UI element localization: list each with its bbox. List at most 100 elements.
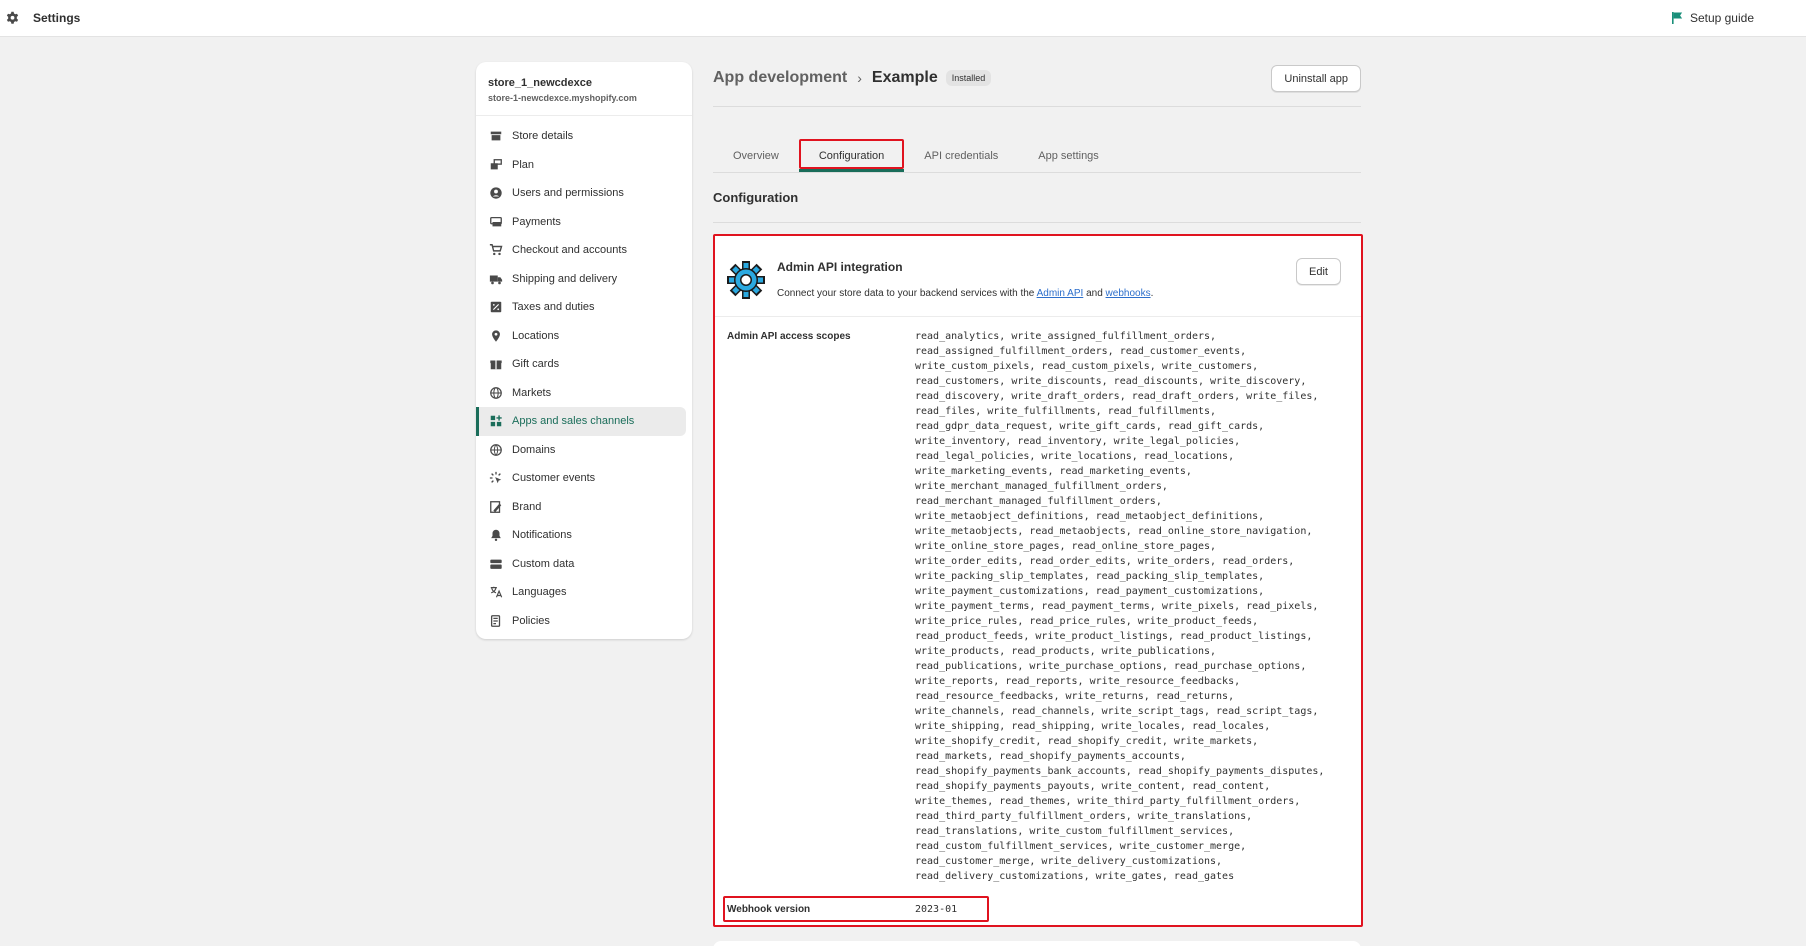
sidebar-item-notifications[interactable]: Notifications	[476, 521, 686, 550]
cart-icon	[488, 242, 504, 258]
scope-line: write_online_store_pages, read_online_st…	[915, 541, 1217, 552]
sidebar-item-taxes-and-duties[interactable]: Taxes and duties	[476, 293, 686, 322]
sidebar-item-label: Brand	[512, 500, 542, 513]
brand-icon	[488, 499, 504, 515]
user-icon	[488, 185, 504, 201]
scope-line: read_assigned_fulfillment_orders, read_c…	[915, 346, 1247, 357]
scope-line: write_marketing_events, read_marketing_e…	[915, 466, 1192, 477]
main-content: App development › Example Installed Unin…	[713, 62, 1363, 927]
scope-line: write_order_edits, read_order_edits, wri…	[915, 556, 1295, 567]
desc-text-suffix: .	[1150, 288, 1154, 299]
breadcrumb-current: Example	[871, 69, 938, 86]
scope-line: read_shopify_payments_bank_accounts, rea…	[915, 766, 1325, 777]
sidebar-item-custom-data[interactable]: Custom data	[476, 550, 686, 579]
scope-line: write_shopify_credit, read_shopify_credi…	[915, 736, 1259, 747]
setup-guide-label: Setup guide	[1689, 11, 1754, 25]
card-header: Admin API integration Connect your store…	[715, 236, 1361, 317]
scope-line: read_resource_feedbacks, write_returns, …	[915, 691, 1235, 702]
language-icon	[488, 584, 504, 600]
sidebar-item-markets[interactable]: Markets	[476, 379, 686, 408]
truck-icon	[488, 271, 504, 287]
store-header[interactable]: store_1_newcdexce store-1-newcdexce.mysh…	[476, 62, 692, 116]
scope-line: read_analytics, write_assigned_fulfillme…	[915, 331, 1217, 342]
admin-api-integration-card: Admin API integration Connect your store…	[713, 234, 1363, 927]
setup-guide-button[interactable]: Setup guide	[1671, 11, 1754, 25]
sidebar-item-label: Policies	[512, 614, 550, 627]
sidebar-item-label: Shipping and delivery	[512, 272, 618, 285]
sidebar-item-locations[interactable]: Locations	[476, 322, 686, 351]
top-bar: Settings Setup guide	[0, 0, 1806, 37]
edit-button[interactable]: Edit	[1296, 258, 1341, 285]
scope-line: write_channels, read_channels, write_scr…	[915, 706, 1319, 717]
scope-line: read_shopify_payments_payouts, write_con…	[915, 781, 1271, 792]
scope-line: write_payment_terms, read_payment_terms,…	[915, 601, 1319, 612]
sidebar-item-apps-and-sales-channels[interactable]: Apps and sales channels	[476, 407, 686, 436]
sidebar-item-label: Gift cards	[512, 358, 560, 371]
sidebar-item-label: Languages	[512, 586, 567, 599]
scope-line: read_translations, write_custom_fulfillm…	[915, 826, 1235, 837]
store-name: store_1_newcdexce	[488, 77, 592, 89]
webhook-highlight-box	[723, 896, 989, 922]
sidebar-item-customer-events[interactable]: Customer events	[476, 464, 686, 493]
sidebar-item-domains[interactable]: Domains	[476, 436, 686, 465]
next-card-edge	[713, 941, 1361, 946]
webhooks-link[interactable]: webhooks	[1106, 288, 1151, 299]
sidebar-item-payments[interactable]: Payments	[476, 208, 686, 237]
sidebar-item-label: Domains	[512, 443, 556, 456]
settings-gear-icon	[4, 10, 20, 26]
chevron-right-icon: ›	[857, 70, 862, 86]
sidebar-item-label: Store details	[512, 130, 574, 143]
apps-icon	[488, 413, 504, 429]
store-domain: store-1-newcdexce.myshopify.com	[488, 93, 637, 103]
scope-line: read_legal_policies, write_locations, re…	[915, 451, 1235, 462]
uninstall-app-button[interactable]: Uninstall app	[1271, 65, 1361, 92]
scopes-value: read_analytics, write_assigned_fulfillme…	[915, 329, 1355, 884]
settings-sidebar: store_1_newcdexce store-1-newcdexce.mysh…	[476, 62, 692, 639]
desc-text-and: and	[1083, 288, 1106, 299]
tab-overview[interactable]: Overview	[713, 139, 799, 172]
sidebar-item-store-details[interactable]: Store details	[476, 122, 686, 151]
location-icon	[488, 328, 504, 344]
sidebar-item-label: Markets	[512, 386, 552, 399]
tab-highlight-box	[798, 139, 905, 169]
scope-line: read_customers, write_discounts, read_di…	[915, 376, 1307, 387]
sidebar-item-label: Taxes and duties	[512, 301, 595, 314]
events-icon	[488, 470, 504, 486]
sidebar-item-brand[interactable]: Brand	[476, 493, 686, 522]
scope-line: read_markets, read_shopify_payments_acco…	[915, 751, 1186, 762]
scope-line: read_files, write_fulfillments, read_ful…	[915, 406, 1217, 417]
sidebar-nav: Store details Plan Users and permissions Pa…	[476, 116, 692, 635]
sidebar-item-gift-cards[interactable]: Gift cards	[476, 350, 686, 379]
sidebar-item-label: Custom data	[512, 557, 575, 570]
sidebar-item-label: Apps and sales channels	[512, 415, 635, 428]
scope-line: read_custom_fulfillment_services, write_…	[915, 841, 1247, 852]
store-icon	[488, 128, 504, 144]
sidebar-item-policies[interactable]: Policies	[476, 607, 686, 636]
scope-line: write_reports, read_reports, write_resou…	[915, 676, 1241, 687]
breadcrumb-parent-link[interactable]: App development	[713, 69, 847, 87]
policies-icon	[488, 613, 504, 629]
scope-line: read_gdpr_data_request, write_gift_cards…	[915, 421, 1265, 432]
scope-line: write_custom_pixels, read_custom_pixels,…	[915, 361, 1259, 372]
gift-icon	[488, 356, 504, 372]
payments-icon	[488, 214, 504, 230]
sidebar-item-languages[interactable]: Languages	[476, 578, 686, 607]
tab-label: API credentials	[924, 149, 999, 162]
scope-line: write_merchant_managed_fulfillment_order…	[915, 481, 1168, 492]
scope-line: read_delivery_customizations, write_gate…	[915, 871, 1235, 882]
tab-label: App settings	[1038, 149, 1099, 162]
bell-icon	[488, 527, 504, 543]
admin-api-link[interactable]: Admin API	[1037, 288, 1084, 299]
sidebar-item-plan[interactable]: Plan	[476, 151, 686, 180]
sidebar-item-checkout-and-accounts[interactable]: Checkout and accounts	[476, 236, 686, 265]
tab-api-credentials[interactable]: API credentials	[904, 139, 1018, 172]
tab-configuration[interactable]: Configuration	[798, 139, 905, 172]
sidebar-item-users-and-permissions[interactable]: Users and permissions	[476, 179, 686, 208]
section-title: Configuration	[713, 190, 799, 205]
section-divider	[713, 222, 1361, 223]
tab-app-settings[interactable]: App settings	[1018, 139, 1119, 172]
sidebar-item-shipping-and-delivery[interactable]: Shipping and delivery	[476, 265, 686, 294]
scopes-label: Admin API access scopes	[727, 331, 851, 342]
scope-line: write_shipping, read_shipping, write_loc…	[915, 721, 1271, 732]
scope-line: write_themes, read_themes, write_third_p…	[915, 796, 1301, 807]
